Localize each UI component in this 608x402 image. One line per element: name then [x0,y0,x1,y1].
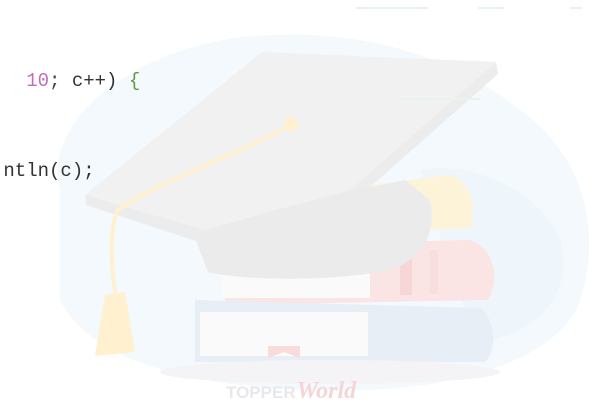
background-blob-accent [420,168,564,340]
books-icon [160,175,500,384]
code-number: 10 [26,70,50,92]
code-increment: c++) [71,70,118,92]
decorative-line [400,98,480,100]
watermark-logo: TOPPERWorld [226,378,356,402]
code-println: ntln(c); [3,160,95,182]
watermark-brand-left: TOPPER [226,383,296,402]
code-line-1: 10; c++) { [0,66,140,96]
watermark-brand-right: World [296,378,357,402]
code-line-2: ntln(c); [0,156,140,186]
decorative-line [570,7,582,9]
decorative-line [478,7,504,9]
code-open-brace: { [128,70,141,92]
code-semicolon: ; [49,70,61,92]
screenshot-canvas: 10; c++) { ntln(c); TOPPERWorld [0,0,608,402]
decorative-line [356,7,428,9]
code-snippet: 10; c++) { ntln(c); [0,6,140,246]
